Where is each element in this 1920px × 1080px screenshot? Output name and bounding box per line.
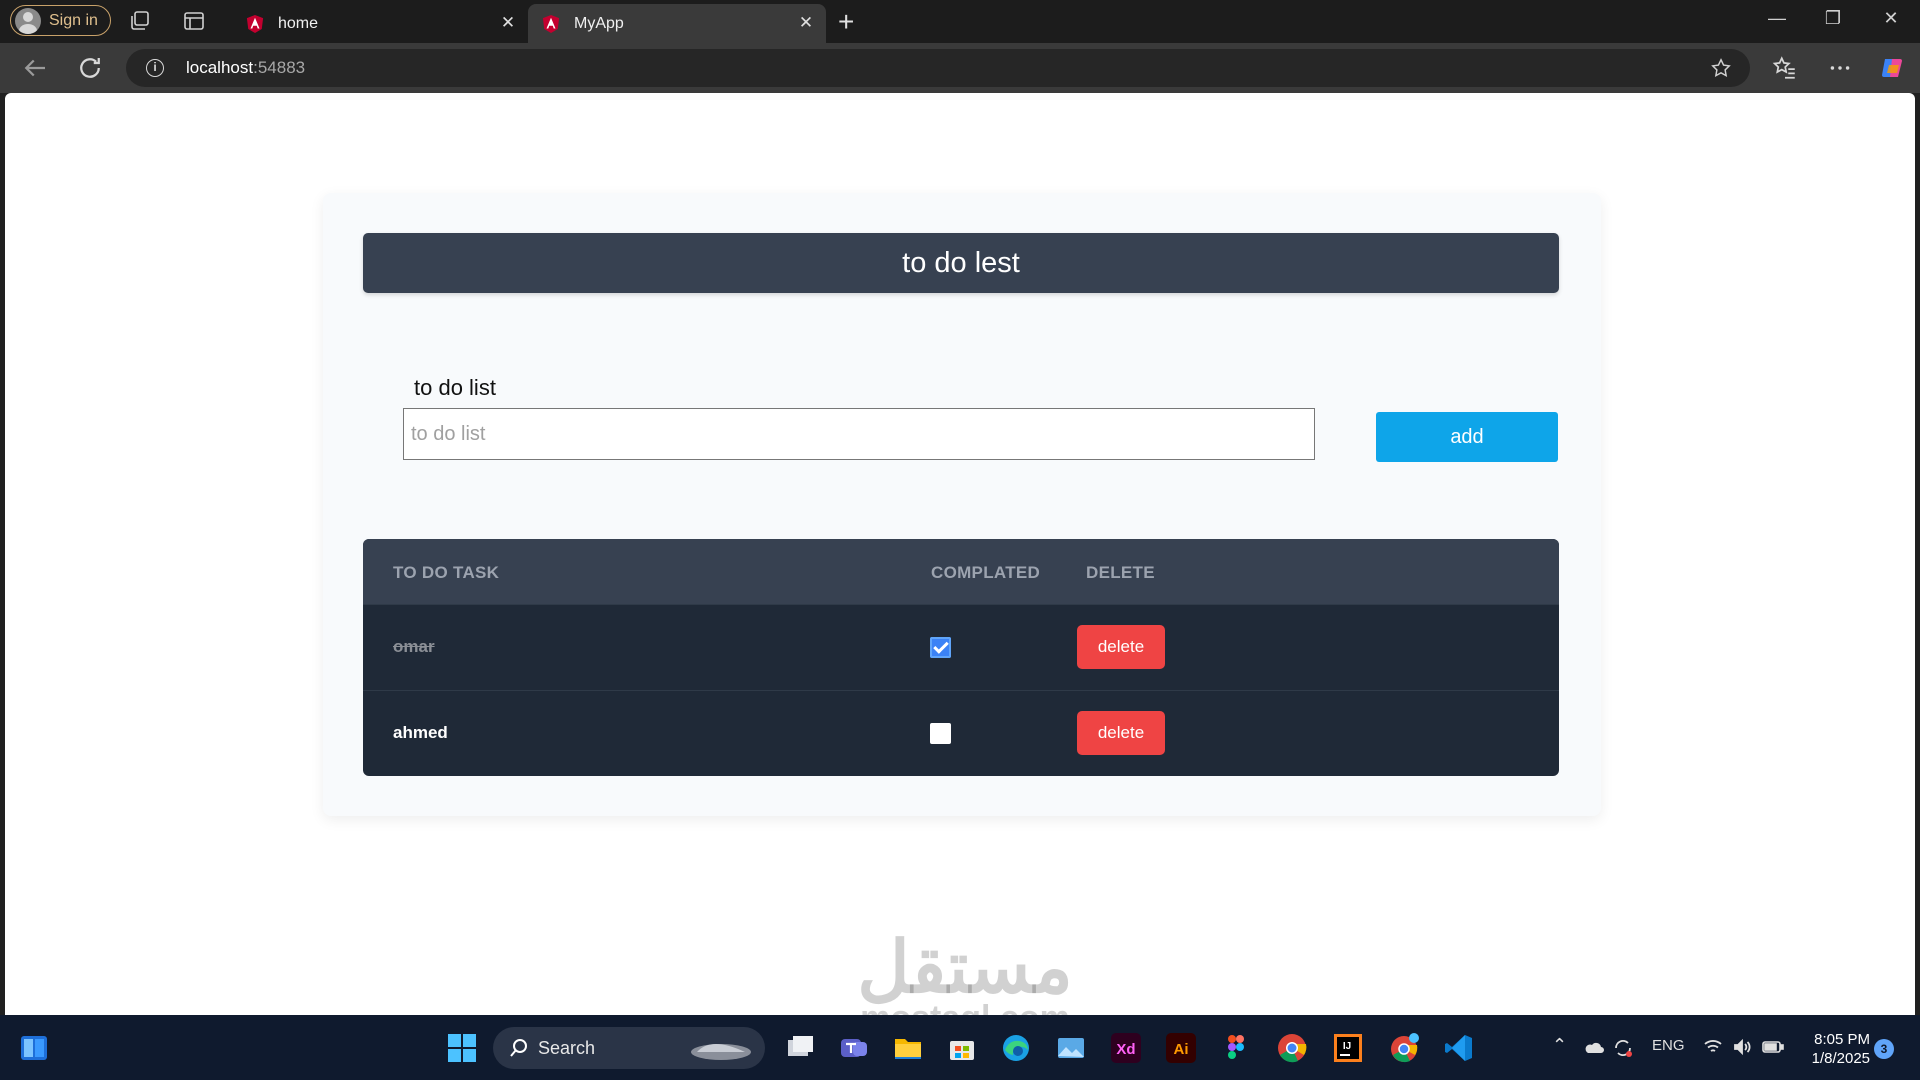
workspaces-icon[interactable] bbox=[128, 9, 152, 33]
todo-input[interactable] bbox=[403, 408, 1315, 460]
start-windows-icon[interactable] bbox=[446, 1032, 478, 1064]
add-button[interactable]: add bbox=[1376, 412, 1558, 462]
refresh-icon[interactable] bbox=[75, 53, 105, 83]
clock-date: 1/8/2025 bbox=[1811, 1050, 1870, 1067]
taskbar-search[interactable]: Search bbox=[493, 1027, 765, 1069]
battery-icon[interactable] bbox=[1762, 1037, 1784, 1057]
table-header: TO DO TASK COMPLATED DELETE bbox=[363, 539, 1559, 604]
svg-text:Xd: Xd bbox=[1116, 1041, 1135, 1058]
new-tab-icon[interactable]: + bbox=[838, 6, 854, 38]
close-window-icon[interactable]: ✕ bbox=[1876, 8, 1906, 29]
address-toolbar: i localhost:54883 bbox=[0, 43, 1920, 93]
jetbrains-icon[interactable]: IJ bbox=[1332, 1032, 1364, 1064]
watermark-text: مستقل bbox=[857, 928, 1073, 1008]
completed-checkbox[interactable] bbox=[930, 723, 951, 744]
close-tab-home-icon[interactable]: ✕ bbox=[500, 14, 516, 31]
svg-text:IJ: IJ bbox=[1343, 1041, 1351, 1052]
vscode-icon[interactable] bbox=[1443, 1032, 1475, 1064]
angular-logo-icon bbox=[542, 14, 560, 33]
photos-icon[interactable] bbox=[1055, 1032, 1087, 1064]
teams-icon[interactable] bbox=[838, 1032, 870, 1064]
back-icon[interactable] bbox=[20, 53, 50, 83]
taskbar-clock[interactable]: 8:05 PM 1/8/2025 bbox=[1800, 1030, 1870, 1068]
column-header-task: TO DO TASK bbox=[393, 563, 500, 582]
clock-time: 8:05 PM bbox=[1814, 1031, 1870, 1048]
search-highlight-icon bbox=[691, 1044, 751, 1060]
onedrive-icon[interactable] bbox=[1582, 1037, 1604, 1057]
angular-logo-icon bbox=[246, 14, 264, 33]
taskbar: Search Xd Ai IJ ⌃ ENG 8:05 PM 1/8/2025 3 bbox=[0, 1015, 1920, 1080]
table-row: ahmed delete bbox=[363, 690, 1559, 776]
url-text: localhost:54883 bbox=[186, 58, 305, 78]
task-name: omar bbox=[393, 637, 435, 656]
sign-in-button[interactable]: Sign in bbox=[10, 5, 111, 36]
profile-avatar-icon bbox=[15, 7, 41, 34]
task-view-icon[interactable] bbox=[784, 1032, 816, 1064]
close-tab-myapp-icon[interactable]: ✕ bbox=[798, 14, 814, 31]
task-name: ahmed bbox=[393, 723, 448, 742]
todo-table: TO DO TASK COMPLATED DELETE omar delete … bbox=[363, 539, 1559, 776]
favorites-icon[interactable] bbox=[1772, 55, 1798, 81]
notification-badge[interactable]: 3 bbox=[1874, 1039, 1894, 1059]
url-port: :54883 bbox=[253, 58, 306, 77]
more-options-icon[interactable] bbox=[1827, 55, 1853, 81]
restore-icon[interactable]: ❐ bbox=[1818, 8, 1848, 29]
file-explorer-icon[interactable] bbox=[892, 1032, 924, 1064]
wifi-icon[interactable] bbox=[1703, 1037, 1723, 1057]
site-info-icon[interactable]: i bbox=[146, 59, 164, 77]
column-header-completed: COMPLATED bbox=[931, 563, 1041, 582]
page-title: to do lest bbox=[363, 233, 1559, 293]
delete-button[interactable]: delete bbox=[1077, 711, 1165, 755]
table-row: omar delete bbox=[363, 604, 1559, 690]
url-host: localhost bbox=[186, 58, 254, 77]
tab-myapp[interactable]: MyApp ✕ bbox=[528, 4, 826, 43]
xd-icon[interactable]: Xd bbox=[1110, 1032, 1142, 1064]
watermark: مستقل mostaql.com bbox=[835, 932, 1095, 1015]
tab-home[interactable]: home ✕ bbox=[232, 4, 528, 43]
sign-in-label: Sign in bbox=[49, 11, 98, 29]
microsoft-store-icon[interactable] bbox=[946, 1032, 978, 1064]
widgets-icon[interactable] bbox=[20, 1035, 48, 1061]
todo-input-label: to do list bbox=[414, 375, 496, 400]
tab-myapp-label: MyApp bbox=[574, 14, 624, 32]
watermark-sub: mostaql.com bbox=[835, 1001, 1095, 1015]
column-header-delete: DELETE bbox=[1086, 563, 1155, 582]
delete-button[interactable]: delete bbox=[1077, 625, 1165, 669]
favorite-star-icon[interactable] bbox=[1710, 57, 1732, 79]
vertical-tabs-icon[interactable] bbox=[182, 9, 206, 33]
address-bar[interactable]: i localhost:54883 bbox=[126, 49, 1750, 87]
page-viewport: to do lest to do list add TO DO TASK COM… bbox=[5, 93, 1915, 1015]
show-hidden-icons-icon[interactable]: ⌃ bbox=[1552, 1035, 1567, 1056]
volume-icon[interactable] bbox=[1732, 1037, 1752, 1057]
figma-icon[interactable] bbox=[1220, 1032, 1252, 1064]
copilot-icon[interactable] bbox=[1880, 55, 1906, 81]
minimize-icon[interactable]: — bbox=[1762, 8, 1792, 29]
sync-icon[interactable] bbox=[1612, 1037, 1634, 1059]
chrome-profile-icon[interactable] bbox=[1388, 1032, 1420, 1064]
illustrator-icon[interactable]: Ai bbox=[1165, 1032, 1197, 1064]
svg-text:Ai: Ai bbox=[1174, 1041, 1189, 1058]
completed-checkbox[interactable] bbox=[930, 637, 951, 658]
taskbar-search-label: Search bbox=[538, 1038, 596, 1058]
language-indicator[interactable]: ENG bbox=[1652, 1037, 1685, 1054]
tab-home-label: home bbox=[278, 14, 319, 32]
todo-card: to do lest to do list add TO DO TASK COM… bbox=[323, 193, 1601, 816]
browser-tab-bar: Sign in home ✕ MyApp ✕ + — ❐ ✕ bbox=[0, 0, 1920, 43]
edge-icon[interactable] bbox=[1000, 1032, 1032, 1064]
search-icon bbox=[510, 1039, 527, 1057]
chrome-icon[interactable] bbox=[1276, 1032, 1308, 1064]
